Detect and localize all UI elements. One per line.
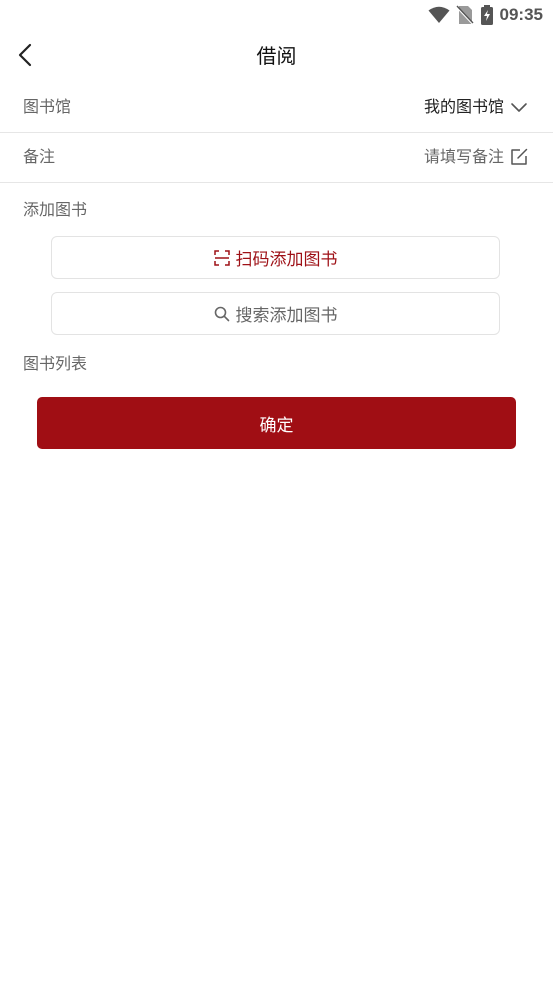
- wifi-icon: [428, 6, 450, 24]
- remark-placeholder: 请填写备注: [423, 147, 504, 166]
- library-label: 图书馆: [23, 97, 72, 116]
- chevron-down-icon: [504, 101, 528, 113]
- status-icons: 09:35: [428, 4, 543, 26]
- status-time: 09:35: [499, 5, 543, 24]
- scan-add-book-label: 扫码添加图书: [235, 250, 338, 270]
- confirm-button[interactable]: 确定: [37, 397, 516, 449]
- remark-label: 备注: [23, 147, 56, 166]
- library-value: 我的图书馆: [423, 97, 504, 116]
- remark-input[interactable]: 请填写备注: [424, 145, 528, 169]
- scan-icon: [213, 249, 236, 266]
- search-add-book-label: 搜索添加图书: [235, 306, 338, 326]
- borrow-screen: 09:35 借阅 图书馆 我的图书馆 备注 请填写备注 添加图书 扫码添加图书 …: [0, 0, 553, 983]
- scan-add-book-button[interactable]: 扫码添加图书: [51, 236, 500, 279]
- book-list-label: 图书列表: [23, 354, 88, 373]
- add-books-label: 添加图书: [23, 200, 88, 219]
- remark-row: 备注 请填写备注: [0, 132, 553, 183]
- search-icon: [214, 306, 236, 322]
- library-row: 图书馆 我的图书馆: [0, 82, 553, 133]
- page-title: 借阅: [256, 44, 297, 68]
- search-add-book-button[interactable]: 搜索添加图书: [51, 292, 500, 335]
- library-selector[interactable]: 我的图书馆: [424, 95, 528, 119]
- no-sim-icon: [455, 5, 474, 25]
- edit-icon: [504, 148, 528, 166]
- battery-charging-icon: [480, 5, 494, 25]
- status-bar: 09:35: [0, 0, 553, 30]
- nav-bar: 借阅: [0, 32, 553, 80]
